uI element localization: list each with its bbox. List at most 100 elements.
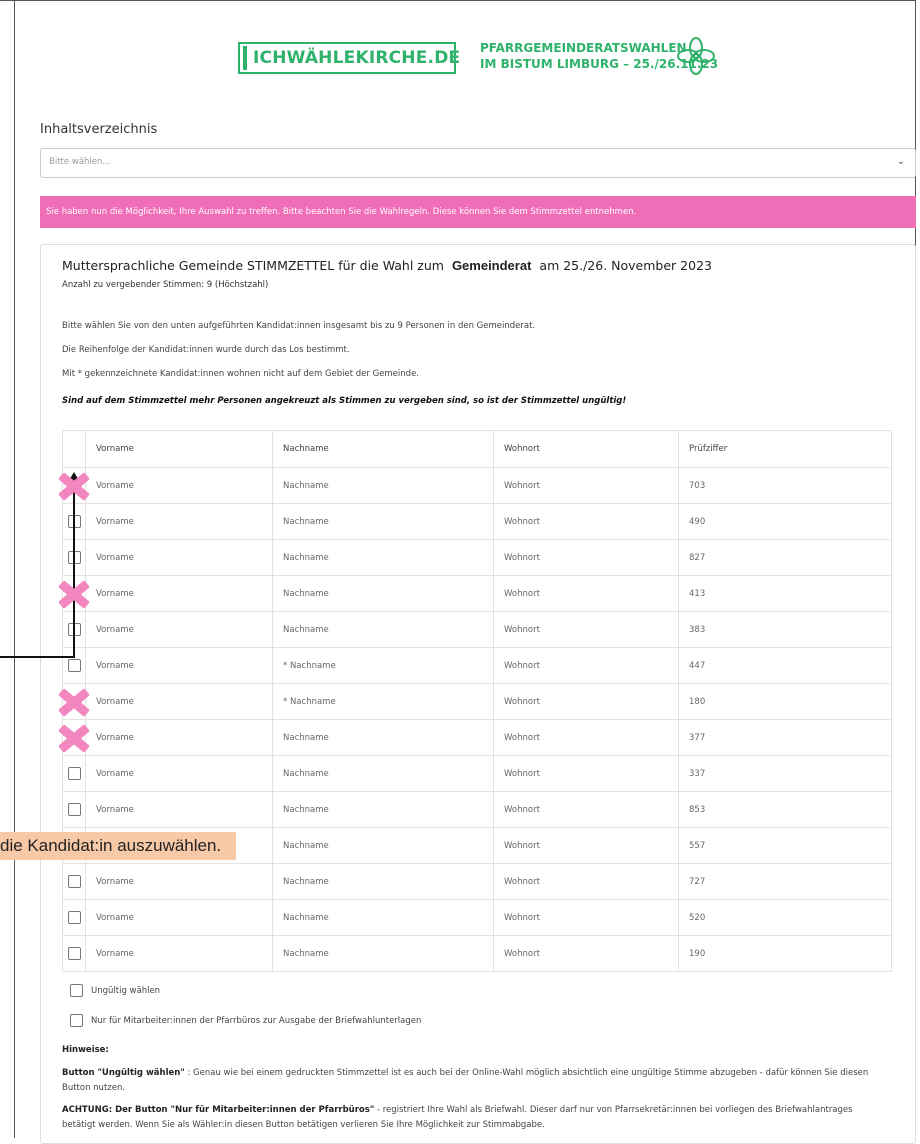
select-cell[interactable] <box>62 899 86 936</box>
cell-place: Wohnort <box>493 719 679 756</box>
cell-lastname: Nachname <box>272 755 494 792</box>
toc-label: Inhaltsverzeichnis <box>40 122 158 137</box>
cell-place: Wohnort <box>493 467 679 504</box>
ballot-title-council: Gemeinderat <box>451 258 532 273</box>
cell-place: Wohnort <box>493 935 679 972</box>
page-left-border <box>14 0 15 1138</box>
table-row[interactable]: Vorname Nachname Wohnort 520 <box>62 899 892 936</box>
candidate-checkbox[interactable] <box>67 947 81 960</box>
cell-lastname: Nachname <box>272 791 494 828</box>
cell-lastname: Nachname <box>272 611 494 648</box>
cell-checkdigit: 413 <box>678 575 892 612</box>
candidate-table-body: Vorname Nachname Wohnort 703 Vorname Nachname… <box>62 467 892 972</box>
cell-checkdigit: 557 <box>678 827 892 864</box>
info-alert-banner: Sie haben nun die Möglichkeit, Ihre Ausw… <box>40 196 916 228</box>
cell-firstname: Vorname <box>85 935 273 972</box>
cell-firstname: Vorname <box>85 503 273 540</box>
select-cell[interactable] <box>62 935 86 972</box>
column-header-lastname: Nachname <box>272 430 494 468</box>
staff-checkbox[interactable] <box>70 1014 83 1027</box>
candidate-checkbox[interactable] <box>67 911 81 924</box>
info-line-2: Die Reihenfolge der Kandidat:innen wurde… <box>62 345 350 355</box>
column-header-checkdigit: Prüfziffer <box>678 430 892 468</box>
staff-option[interactable]: Nur für Mitarbeiter:innen der Pfarrbüros… <box>70 1014 421 1027</box>
cell-checkdigit: 180 <box>678 683 892 720</box>
pink-cross-mark-icon <box>57 689 91 715</box>
cell-checkdigit: 727 <box>678 863 892 900</box>
table-row[interactable]: Vorname Nachname Wohnort 190 <box>62 935 892 972</box>
candidate-checkbox[interactable] <box>67 875 81 888</box>
cell-checkdigit: 520 <box>678 899 892 936</box>
table-row[interactable]: Vorname Nachname Wohnort 337 <box>62 755 892 792</box>
hint-staff-label: ACHTUNG: Der Button "Nur für Mitarbeiter… <box>62 1105 375 1115</box>
column-header-firstname: Vorname <box>85 430 273 468</box>
logo-left-text: ICHWÄHLEKIRCHE.DE <box>253 48 461 68</box>
hint-invalid: Button "Ungültig wählen" : Genau wie bei… <box>62 1066 882 1096</box>
callout-line-horizontal <box>0 656 75 658</box>
flower-icon <box>677 37 715 75</box>
cell-firstname: Vorname <box>85 683 273 720</box>
table-row[interactable]: Vorname Nachname Wohnort 853 <box>62 791 892 828</box>
callout-line-vertical <box>73 480 75 658</box>
cell-checkdigit: 853 <box>678 791 892 828</box>
cell-place: Wohnort <box>493 647 679 684</box>
ichwaehlekirche-logo[interactable]: ICHWÄHLEKIRCHE.DE <box>238 42 460 74</box>
cell-firstname: Vorname <box>85 611 273 648</box>
table-row[interactable]: Vorname Nachname Wohnort 727 <box>62 863 892 900</box>
cell-checkdigit: 490 <box>678 503 892 540</box>
ballot-title-pre: Muttersprachliche Gemeinde STIMMZETTEL f… <box>62 258 444 273</box>
invalid-vote-option[interactable]: Ungültig wählen <box>70 984 160 997</box>
table-row[interactable]: Vorname Nachname Wohnort 383 <box>62 611 892 648</box>
cell-place: Wohnort <box>493 791 679 828</box>
toc-select[interactable]: Bitte wählen... ⌄ <box>40 148 916 178</box>
cell-firstname: Vorname <box>85 899 273 936</box>
table-row[interactable]: Vorname * Nachname Wohnort 447 <box>62 647 892 684</box>
pink-cross-mark-icon <box>57 473 91 499</box>
table-row[interactable]: Vorname Nachname Wohnort 490 <box>62 503 892 540</box>
ballot-box-icon <box>243 46 247 70</box>
chevron-down-icon[interactable]: ⌄ <box>897 156 905 167</box>
info-line-3: Mit * gekennzeichnete Kandidat:innen woh… <box>62 369 420 379</box>
cell-place: Wohnort <box>493 539 679 576</box>
hint-staff: ACHTUNG: Der Button "Nur für Mitarbeiter… <box>62 1103 882 1133</box>
candidate-checkbox[interactable] <box>67 803 81 816</box>
cell-firstname: Vorname <box>85 719 273 756</box>
hint-invalid-label: Button "Ungültig wählen" <box>62 1068 185 1078</box>
table-row[interactable]: Vorname Nachname Wohnort 377 <box>62 719 892 756</box>
table-row[interactable]: Vorname Nachname Wohnort 413 <box>62 575 892 612</box>
toc-select-placeholder: Bitte wählen... <box>49 157 111 167</box>
ballot-title: Muttersprachliche Gemeinde STIMMZETTEL f… <box>62 258 712 273</box>
cell-place: Wohnort <box>493 863 679 900</box>
table-header-row: Vorname Nachname Wohnort Prüfziffer <box>62 430 892 468</box>
table-row[interactable]: Vorname Nachname Wohnort 703 <box>62 467 892 504</box>
cell-lastname: Nachname <box>272 539 494 576</box>
cell-checkdigit: 447 <box>678 647 892 684</box>
callout-label: die Kandidat:in auszuwählen. <box>0 832 236 860</box>
cell-place: Wohnort <box>493 899 679 936</box>
invalid-vote-checkbox[interactable] <box>70 984 83 997</box>
cell-firstname: Vorname <box>85 467 273 504</box>
cell-checkdigit: 190 <box>678 935 892 972</box>
invalid-ballot-warning: Sind auf dem Stimmzettel mehr Personen a… <box>62 396 627 406</box>
cell-checkdigit: 383 <box>678 611 892 648</box>
ballot-title-post: am 25./26. November 2023 <box>539 258 712 273</box>
votes-count: Anzahl zu vergebender Stimmen: 9 (Höchst… <box>62 280 269 290</box>
table-row[interactable]: Vorname * Nachname Wohnort 180 <box>62 683 892 720</box>
cell-checkdigit: 337 <box>678 755 892 792</box>
pink-cross-mark-icon <box>57 725 91 751</box>
candidate-checkbox[interactable] <box>67 767 81 780</box>
cell-lastname: Nachname <box>272 863 494 900</box>
staff-label: Nur für Mitarbeiter:innen der Pfarrbüros… <box>91 1015 422 1026</box>
cell-lastname: Nachname <box>272 575 494 612</box>
select-cell[interactable] <box>62 791 86 828</box>
select-cell[interactable] <box>62 863 86 900</box>
column-header-place: Wohnort <box>493 430 679 468</box>
cell-firstname: Vorname <box>85 539 273 576</box>
select-column-header <box>62 430 86 468</box>
table-row[interactable]: Vorname Nachname Wohnort 827 <box>62 539 892 576</box>
candidate-checkbox[interactable] <box>67 659 81 672</box>
cell-firstname: Vorname <box>85 863 273 900</box>
select-cell[interactable] <box>62 755 86 792</box>
cell-lastname: Nachname <box>272 503 494 540</box>
cell-lastname: Nachname <box>272 935 494 972</box>
